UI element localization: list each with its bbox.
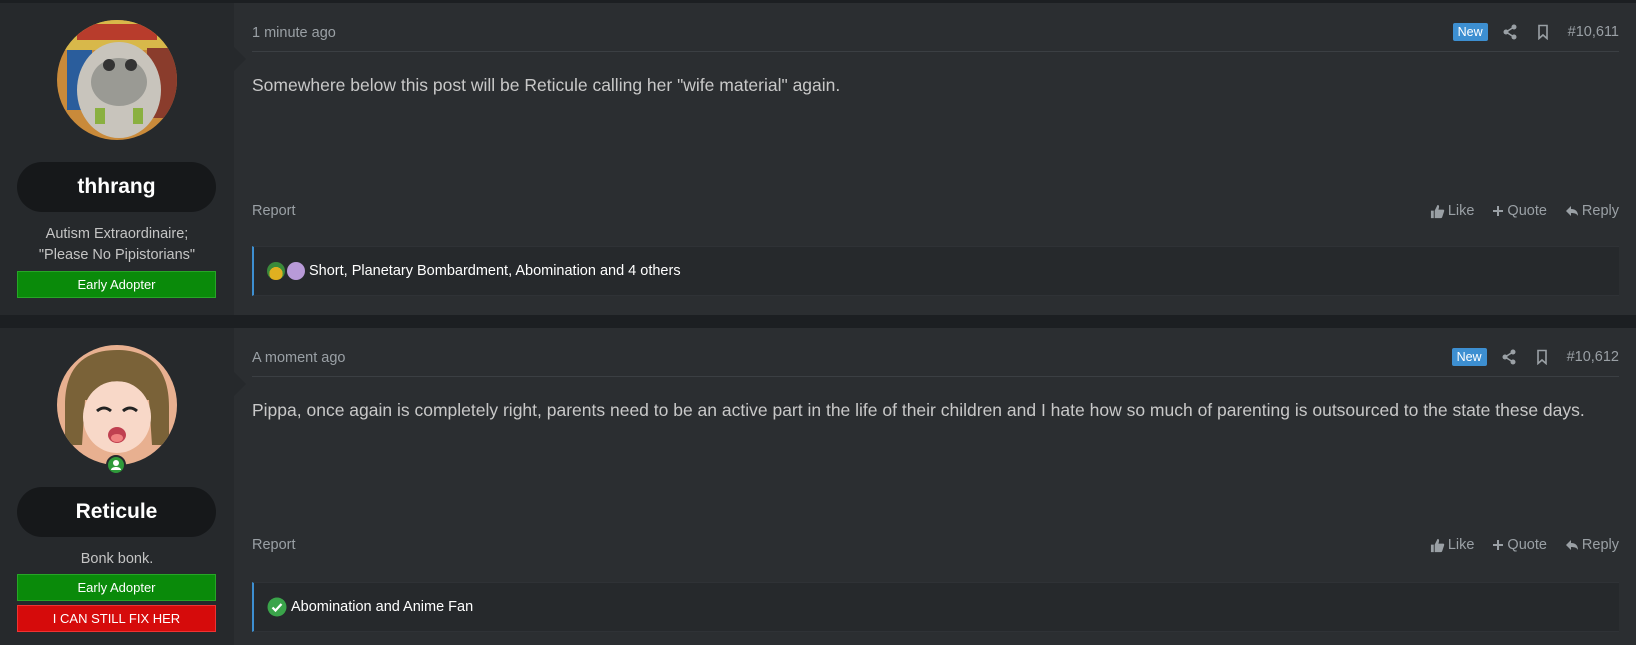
share-icon[interactable] (1501, 349, 1517, 365)
reply-arrow-icon (1565, 206, 1578, 216)
user-banner-early-adopter: Early Adopter (17, 574, 216, 601)
checkmark-reaction-icon (267, 597, 287, 617)
quote-label: Quote (1507, 537, 1547, 553)
username[interactable]: Reticule (17, 487, 216, 537)
quote-label: Quote (1507, 203, 1547, 219)
bookmark-icon[interactable] (1534, 349, 1550, 365)
report-link[interactable]: Report (252, 537, 296, 553)
reply-button[interactable]: Reply (1565, 203, 1619, 219)
user-info-panel: thhrang Autism Extraordinaire; "Please N… (0, 3, 246, 315)
bookmark-icon[interactable] (1535, 24, 1551, 40)
reply-arrow-icon (1565, 540, 1578, 550)
quote-button[interactable]: Quote (1492, 537, 1547, 553)
user-title-line: "Please No Pipistorians" (38, 247, 196, 263)
avatar[interactable] (57, 345, 177, 465)
user-title: Bonk bonk. (80, 551, 154, 567)
report-link[interactable]: Report (252, 203, 296, 219)
anime-face-reaction-icon (287, 262, 305, 280)
reactions-bar[interactable]: Short, Planetary Bombardment, Abominatio… (252, 246, 1619, 296)
post-content: Pippa, once again is completely right, p… (252, 400, 1585, 420)
post-number-link[interactable]: #10,612 (1567, 349, 1619, 365)
post-content: Somewhere below this post will be Reticu… (252, 75, 841, 95)
new-badge: New (1452, 23, 1488, 41)
like-label: Like (1447, 203, 1475, 219)
username[interactable]: thhrang (17, 162, 216, 212)
reactions-text: Short, Planetary Bombardment, Abominatio… (309, 263, 681, 279)
plus-icon (1493, 540, 1504, 550)
avatar[interactable] (57, 20, 177, 140)
user-banner-early-adopter: Early Adopter (17, 271, 216, 298)
post-actions: Report Like Quote Reply (252, 537, 1619, 557)
reactions-text: Abomination and Anime Fan (291, 599, 474, 615)
user-title: Autism Extraordinaire; "Please No Pipist… (10, 224, 224, 266)
reactions-bar[interactable]: Abomination and Anime Fan (252, 582, 1619, 632)
like-button[interactable]: Like (1430, 537, 1475, 553)
post-actions: Report Like Quote Reply (252, 203, 1619, 223)
user-info-panel: Reticule Bonk bonk. Early Adopter I CAN … (0, 328, 246, 645)
reply-label: Reply (1581, 537, 1619, 553)
post-header: A moment ago New #10,612 (252, 328, 1619, 377)
user-banner-custom: I CAN STILL FIX HER (17, 605, 216, 632)
post: thhrang Autism Extraordinaire; "Please N… (0, 3, 1636, 315)
post-timestamp[interactable]: 1 minute ago (252, 25, 336, 41)
plus-icon (1493, 206, 1504, 216)
thumbs-up-icon (1430, 204, 1445, 218)
medal-reaction-icon (267, 262, 285, 280)
new-badge: New (1451, 348, 1487, 366)
post: Reticule Bonk bonk. Early Adopter I CAN … (0, 328, 1636, 645)
quote-button[interactable]: Quote (1492, 203, 1547, 219)
post-main: 1 minute ago New #10,611 Somewhere below… (234, 3, 1636, 315)
post-timestamp[interactable]: A moment ago (252, 350, 346, 366)
post-number-link[interactable]: #10,611 (1568, 24, 1619, 40)
reply-label: Reply (1581, 203, 1619, 219)
share-icon[interactable] (1502, 24, 1518, 40)
online-status-icon (106, 455, 126, 475)
reply-button[interactable]: Reply (1565, 537, 1619, 553)
post-header: 1 minute ago New #10,611 (252, 3, 1619, 52)
like-button[interactable]: Like (1430, 203, 1475, 219)
like-label: Like (1447, 537, 1475, 553)
user-title-line: Autism Extraordinaire; (45, 226, 189, 242)
thumbs-up-icon (1430, 538, 1445, 552)
post-main: A moment ago New #10,612 Pippa, once aga… (234, 328, 1636, 645)
